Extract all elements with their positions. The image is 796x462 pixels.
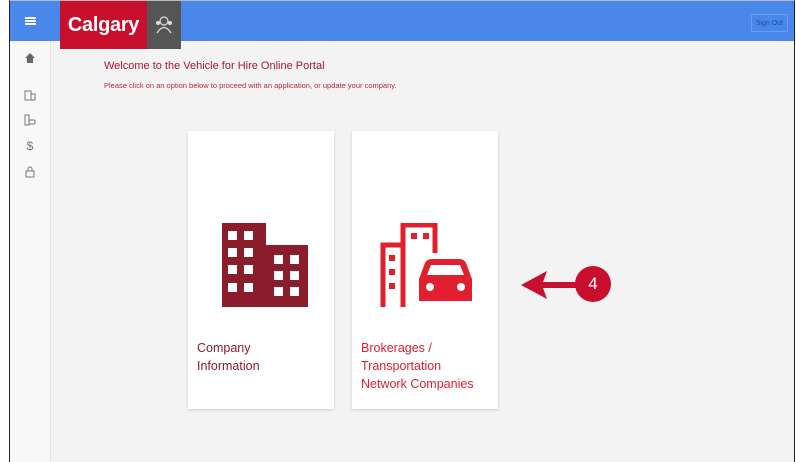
card-title: Company Information <box>197 341 260 373</box>
app-frame: Calgary Sign Out $ Welcome to the Vehicl… <box>9 0 795 462</box>
company-information-card[interactable]: Company Information <box>188 131 334 409</box>
top-bar: Calgary Sign Out <box>10 1 794 49</box>
menu-icon[interactable] <box>10 1 50 41</box>
sign-out-button[interactable]: Sign Out <box>750 14 788 32</box>
company-icon[interactable] <box>10 84 50 106</box>
callout-number: 4 <box>588 274 598 293</box>
building-car-icon <box>352 223 498 307</box>
welcome-heading: Welcome to the Vehicle for Hire Online P… <box>104 60 325 72</box>
side-nav: $ <box>10 41 51 462</box>
home-icon[interactable] <box>10 47 50 69</box>
dollar-icon[interactable]: $ <box>10 135 50 157</box>
instructions-text: Please click on an option below to proce… <box>104 81 397 90</box>
vehicle-icon[interactable] <box>10 109 50 131</box>
lock-icon[interactable] <box>10 161 50 183</box>
calgary-logo[interactable]: Calgary <box>60 1 181 49</box>
building-icon <box>188 223 334 307</box>
crest-icon <box>147 1 181 49</box>
brokerages-tnc-card[interactable]: Brokerages / Transportation Network Comp… <box>352 131 498 409</box>
card-title: Brokerages / Transportation Network Comp… <box>361 341 474 391</box>
brand-name: Calgary <box>60 1 147 49</box>
